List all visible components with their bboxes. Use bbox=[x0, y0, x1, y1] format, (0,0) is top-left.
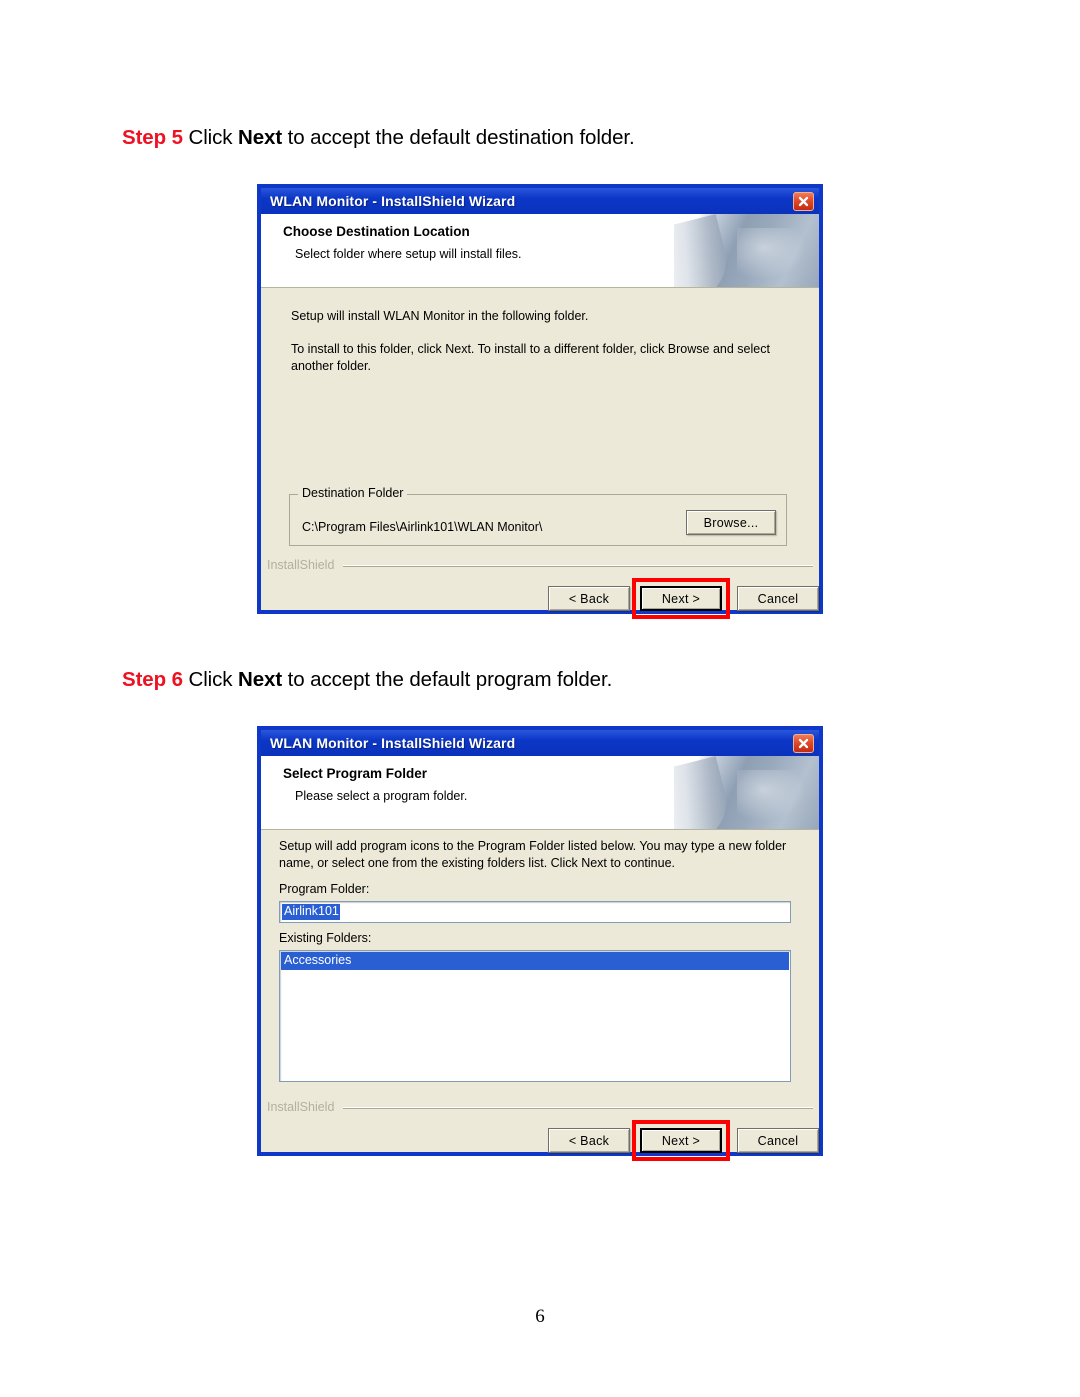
cancel-button[interactable]: Cancel bbox=[737, 586, 819, 611]
wizard-banner-graphic bbox=[674, 214, 819, 287]
existing-folders-listbox[interactable]: Accessories bbox=[279, 950, 791, 1082]
existing-folders-label: Existing Folders: bbox=[279, 931, 372, 945]
next-button[interactable]: Next > bbox=[640, 1128, 722, 1153]
footer-divider bbox=[343, 1107, 813, 1109]
next-button[interactable]: Next > bbox=[640, 586, 722, 611]
step-5-label: Step 5 bbox=[122, 126, 183, 149]
step-6-bold-word: Next bbox=[238, 668, 283, 691]
list-item[interactable]: Accessories bbox=[281, 952, 789, 970]
dialog-header-banner: Select Program Folder Please select a pr… bbox=[261, 756, 819, 830]
step-6-label: Step 6 bbox=[122, 668, 183, 691]
dialog-body: Setup will install WLAN Monitor in the f… bbox=[261, 288, 819, 619]
step-5-heading: Step 5 Click Next to accept the default … bbox=[122, 126, 635, 150]
dialog-header-title: Choose Destination Location bbox=[283, 224, 470, 239]
close-icon[interactable] bbox=[793, 733, 814, 753]
dialog-titlebar[interactable]: WLAN Monitor - InstallShield Wizard bbox=[261, 188, 819, 214]
browse-button[interactable]: Browse... bbox=[686, 510, 776, 535]
program-folder-input[interactable]: Airlink101 bbox=[279, 901, 791, 923]
installshield-label: InstallShield bbox=[267, 558, 335, 572]
body-paragraph-2: To install to this folder, click Next. T… bbox=[291, 342, 770, 373]
dialog-title: WLAN Monitor - InstallShield Wizard bbox=[270, 735, 516, 751]
dialog-header-banner: Choose Destination Location Select folde… bbox=[261, 214, 819, 288]
body-paragraph-1: Setup will install WLAN Monitor in the f… bbox=[291, 309, 589, 323]
destination-folder-groupbox: Destination Folder C:\Program Files\Airl… bbox=[289, 486, 787, 546]
dialog-body: Setup will add program icons to the Prog… bbox=[261, 830, 819, 1161]
wizard-banner-graphic bbox=[674, 756, 819, 829]
close-x-glyph bbox=[798, 196, 809, 206]
step-5-text-after: to accept the default destination folder… bbox=[282, 126, 635, 149]
installshield-label: InstallShield bbox=[267, 1100, 335, 1114]
installshield-wizard-dialog-destination: WLAN Monitor - InstallShield Wizard Choo… bbox=[257, 184, 823, 619]
footer-divider bbox=[343, 565, 813, 567]
dialog-header-title: Select Program Folder bbox=[283, 766, 428, 781]
dialog-title: WLAN Monitor - InstallShield Wizard bbox=[270, 193, 516, 209]
destination-folder-path: C:\Program Files\Airlink101\WLAN Monitor… bbox=[302, 520, 543, 534]
program-folder-label: Program Folder: bbox=[279, 882, 370, 896]
installshield-wizard-dialog-program-folder: WLAN Monitor - InstallShield Wizard Sele… bbox=[257, 726, 823, 1161]
dialog-header-subtitle: Please select a program folder. bbox=[295, 789, 468, 803]
dialog-header-subtitle: Select folder where setup will install f… bbox=[295, 247, 522, 261]
dialog-titlebar[interactable]: WLAN Monitor - InstallShield Wizard bbox=[261, 730, 819, 756]
program-folder-value: Airlink101 bbox=[282, 904, 340, 920]
step-5-bold-word: Next bbox=[238, 126, 283, 149]
back-button[interactable]: < Back bbox=[548, 586, 630, 611]
step-5-text-before: Click bbox=[182, 126, 239, 149]
step-6-heading: Step 6 Click Next to accept the default … bbox=[122, 668, 612, 692]
body-paragraph-1: Setup will add program icons to the Prog… bbox=[279, 839, 787, 870]
close-icon[interactable] bbox=[793, 191, 814, 211]
cancel-button[interactable]: Cancel bbox=[737, 1128, 819, 1153]
close-x-glyph bbox=[798, 738, 809, 748]
destination-folder-legend: Destination Folder bbox=[298, 486, 408, 500]
back-button[interactable]: < Back bbox=[548, 1128, 630, 1153]
page-number: 6 bbox=[535, 1306, 545, 1327]
step-6-text-before: Click bbox=[182, 668, 239, 691]
step-6-text-after: to accept the default program folder. bbox=[282, 668, 613, 691]
